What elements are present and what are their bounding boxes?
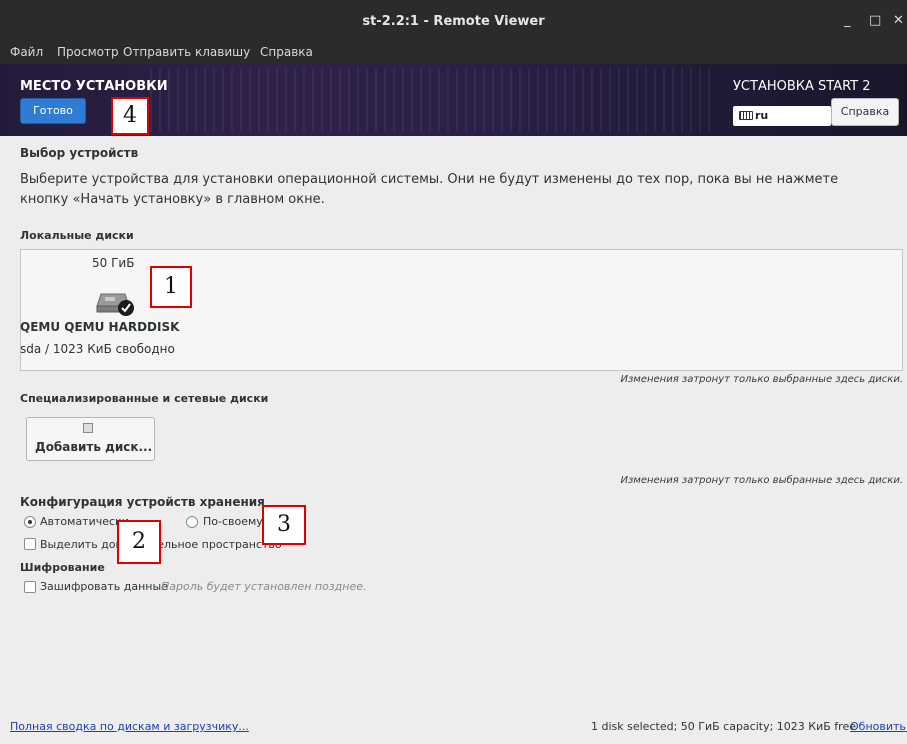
reclaim-space-checkbox[interactable] [24,538,36,550]
annotation-marker-4: 4 [111,97,149,135]
window-titlebar: st-2.2:1 - Remote Viewer _ □ ✕ [0,0,907,42]
add-disk-button[interactable]: Добавить диск... [26,417,155,461]
menu-view[interactable]: Просмотр [57,45,119,59]
spoke-title: МЕСТО УСТАНОВКИ [20,79,168,94]
annotation-marker-1: 1 [150,266,192,308]
menu-file[interactable]: Файл [10,45,43,59]
keyboard-layout-indicator[interactable]: ru [733,106,831,126]
network-disks-label: Специализированные и сетевые диски [20,392,269,405]
product-title: УСТАНОВКА START 2 [733,79,871,94]
minimize-icon[interactable]: _ [844,14,851,28]
close-icon[interactable]: ✕ [893,14,904,28]
local-disks-note: Изменения затронут только выбранные здес… [620,374,904,385]
banner-pattern [150,68,710,132]
encrypt-data-checkbox[interactable] [24,581,36,593]
menu-send-key[interactable]: Отправить клавишу [123,45,250,59]
done-button[interactable]: Готово [20,98,86,124]
auto-partition-label[interactable]: Автоматически [40,515,129,528]
disk-name: QEMU QEMU HARDDISK [20,320,180,334]
auto-partition-radio[interactable] [24,516,36,528]
window-title: st-2.2:1 - Remote Viewer [362,14,545,29]
encrypt-data-label[interactable]: Зашифровать данные [40,580,168,593]
encryption-title: Шифрование [20,561,105,574]
custom-partition-label[interactable]: По-своему [203,515,263,528]
storage-config-title: Конфигурация устройств хранения [20,495,265,509]
disk-free-space: sda / 1023 КиБ свободно [20,342,175,356]
encrypt-hint: Пароль будет установлен позднее. [161,580,367,593]
menu-bar: Файл Просмотр Отправить клавишу Справка [0,42,907,64]
local-disks-label: Локальные диски [20,229,134,242]
keyboard-icon [739,111,753,120]
keyboard-layout-label: ru [755,109,769,122]
section-title: Выбор устройств [20,146,139,160]
harddisk-selected-icon[interactable] [95,286,137,316]
section-description: Выберите устройства для установки операц… [20,172,839,207]
add-disk-icon [83,423,93,433]
refresh-link[interactable]: Обновить... [850,720,907,733]
menu-help[interactable]: Справка [260,45,313,59]
annotation-marker-2: 2 [117,520,161,564]
maximize-icon[interactable]: □ [869,14,881,28]
network-disks-note: Изменения затронут только выбранные здес… [620,475,904,486]
footer-status: 1 disk selected; 50 ГиБ capacity; 1023 К… [591,720,856,733]
custom-partition-radio[interactable] [186,516,198,528]
disk-size: 50 ГиБ [92,256,135,270]
annotation-marker-3: 3 [262,505,306,545]
disk-summary-link[interactable]: Полная сводка по дискам и загрузчику... [10,720,249,733]
help-button[interactable]: Справка [831,98,899,126]
add-disk-label: Добавить диск... [35,440,153,454]
